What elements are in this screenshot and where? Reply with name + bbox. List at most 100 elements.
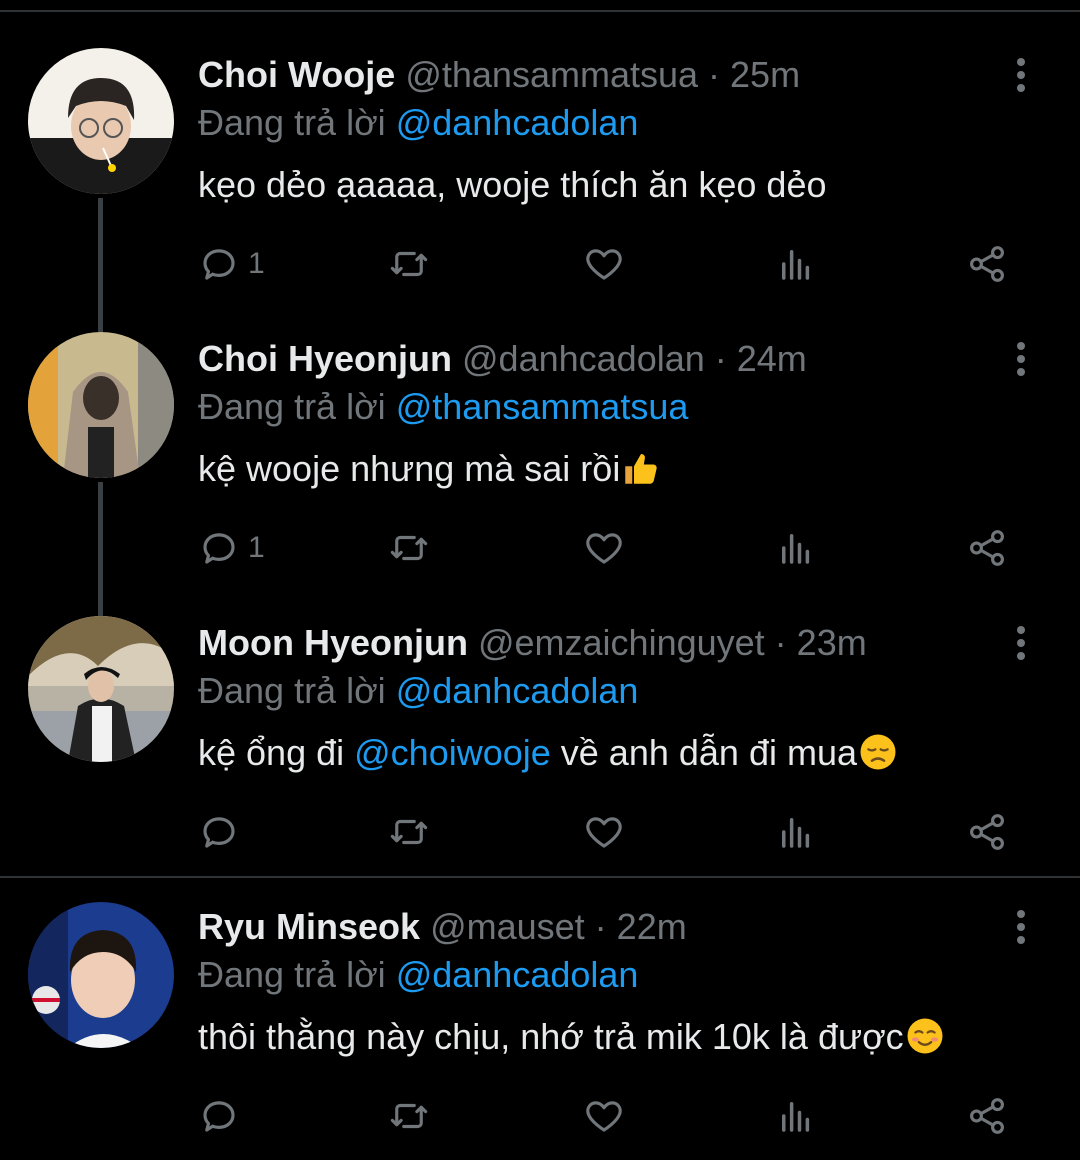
retweet-button[interactable]	[388, 807, 430, 857]
views-button[interactable]	[775, 1091, 817, 1141]
reply-button[interactable]	[198, 1091, 248, 1141]
tweet[interactable]: Moon Hyeonjun @emzaichinguyet · 23m Đang…	[0, 568, 1080, 868]
display-name[interactable]: Moon Hyeonjun	[198, 622, 468, 663]
like-icon	[586, 817, 622, 848]
like-icon	[586, 1101, 622, 1132]
views-icon	[782, 250, 810, 280]
more-icon[interactable]	[1006, 55, 1036, 95]
reply-to-mention[interactable]: @danhcadolan	[396, 954, 639, 995]
reply-to-mention[interactable]: @thansammatsua	[396, 386, 689, 427]
share-button[interactable]	[966, 523, 1008, 573]
reply-icon	[203, 1101, 235, 1132]
tweet-text: kệ ổng đi @choiwooje về anh dẫn đi mua	[198, 731, 899, 775]
replying-to-label: Đang trả lời	[198, 954, 396, 995]
like-icon	[586, 249, 622, 280]
mention-link[interactable]: @choiwooje	[354, 732, 551, 773]
views-button[interactable]	[775, 807, 817, 857]
retweet-icon	[390, 535, 428, 561]
replying-to: Đang trả lời @thansammatsua	[198, 385, 688, 429]
timestamp[interactable]: 24m	[737, 338, 807, 379]
display-name[interactable]: Choi Hyeonjun	[198, 338, 452, 379]
like-button[interactable]	[583, 1091, 625, 1141]
replying-to-label: Đang trả lời	[198, 102, 396, 143]
avatar[interactable]	[28, 332, 174, 478]
replying-to-label: Đang trả lời	[198, 670, 396, 711]
retweet-button[interactable]	[388, 239, 430, 289]
timestamp[interactable]: 25m	[730, 54, 800, 95]
tweet-actions	[198, 1091, 1038, 1141]
share-icon	[970, 814, 1004, 850]
tweet-header: Moon Hyeonjun @emzaichinguyet · 23m	[198, 621, 867, 665]
separator-dot: ·	[584, 906, 617, 947]
tweet-text-content: thôi thằng này chịu, nhớ trả mik 10k là …	[198, 1016, 904, 1057]
reply-count: 1	[248, 247, 265, 280]
tweet-actions: 1	[198, 239, 1038, 289]
share-icon	[970, 246, 1004, 282]
display-name[interactable]: Choi Wooje	[198, 54, 395, 95]
reply-count: 1	[248, 531, 265, 564]
retweet-button[interactable]	[388, 523, 430, 573]
replying-to: Đang trả lời @danhcadolan	[198, 953, 638, 997]
tweet-header: Choi Wooje @thansammatsua · 25m	[198, 53, 800, 97]
replying-to: Đang trả lời @danhcadolan	[198, 101, 638, 145]
tweet-header: Ryu Minseok @mauset · 22m	[198, 905, 687, 949]
tweet[interactable]: Ryu Minseok @mauset · 22m Đang trả lời @…	[0, 852, 1080, 1160]
more-icon[interactable]	[1006, 339, 1036, 379]
tweet-text: thôi thằng này chịu, nhớ trả mik 10k là …	[198, 1015, 946, 1059]
share-button[interactable]	[966, 1091, 1008, 1141]
username[interactable]: @mauset	[430, 906, 585, 947]
replying-to: Đang trả lời @danhcadolan	[198, 669, 638, 713]
share-button[interactable]	[966, 239, 1008, 289]
reply-to-mention[interactable]: @danhcadolan	[396, 102, 639, 143]
separator-dot: ·	[704, 338, 737, 379]
username[interactable]: @emzaichinguyet	[478, 622, 765, 663]
retweet-button[interactable]	[388, 1091, 430, 1141]
reply-icon	[203, 249, 235, 280]
retweet-icon	[390, 819, 428, 845]
username[interactable]: @danhcadolan	[462, 338, 705, 379]
tweet[interactable]: Choi Wooje @thansammatsua · 25m Đang trả…	[0, 0, 1080, 300]
share-icon	[970, 530, 1004, 566]
reply-button[interactable]: 1	[198, 523, 265, 573]
more-icon[interactable]	[1006, 623, 1036, 663]
views-icon	[782, 534, 810, 564]
like-button[interactable]	[583, 239, 625, 289]
replying-to-label: Đang trả lời	[198, 386, 396, 427]
reply-button[interactable]	[198, 807, 248, 857]
username[interactable]: @thansammatsua	[405, 54, 698, 95]
like-icon	[586, 533, 622, 564]
tweet-header: Choi Hyeonjun @danhcadolan · 24m	[198, 337, 807, 381]
like-button[interactable]	[583, 523, 625, 573]
disappointed-face-icon	[860, 734, 896, 770]
reply-to-mention[interactable]: @danhcadolan	[396, 670, 639, 711]
reply-icon	[203, 817, 235, 848]
tweet-text-content: kệ ổng đi	[198, 732, 355, 773]
avatar[interactable]	[28, 902, 174, 1048]
tweet[interactable]: Choi Hyeonjun @danhcadolan · 24m Đang tr…	[0, 284, 1080, 584]
views-button[interactable]	[775, 239, 817, 289]
timestamp[interactable]: 23m	[797, 622, 867, 663]
separator-dot: ·	[698, 54, 731, 95]
reply-icon	[203, 533, 235, 564]
separator-dot: ·	[764, 622, 797, 663]
smiling-face-icon	[907, 1018, 943, 1054]
reply-button[interactable]: 1	[198, 239, 265, 289]
views-button[interactable]	[775, 523, 817, 573]
share-icon	[970, 1098, 1004, 1134]
avatar[interactable]	[28, 48, 174, 194]
tweet-actions	[198, 807, 1038, 857]
tweet-text: kệ wooje nhưng mà sai rồi	[198, 447, 662, 491]
avatar[interactable]	[28, 616, 174, 762]
timestamp[interactable]: 22m	[617, 906, 687, 947]
retweet-icon	[390, 251, 428, 277]
tweet-text: kẹo dẻo ạaaaa, wooje thích ăn kẹo dẻo	[198, 163, 827, 207]
like-button[interactable]	[583, 807, 625, 857]
share-button[interactable]	[966, 807, 1008, 857]
views-icon	[782, 818, 810, 848]
thumbs-up-icon	[625, 454, 658, 484]
retweet-icon	[390, 1103, 428, 1129]
tweet-text-content: kệ wooje nhưng mà sai rồi	[198, 448, 621, 489]
display-name[interactable]: Ryu Minseok	[198, 906, 420, 947]
more-icon[interactable]	[1006, 907, 1036, 947]
views-icon	[782, 1102, 810, 1132]
